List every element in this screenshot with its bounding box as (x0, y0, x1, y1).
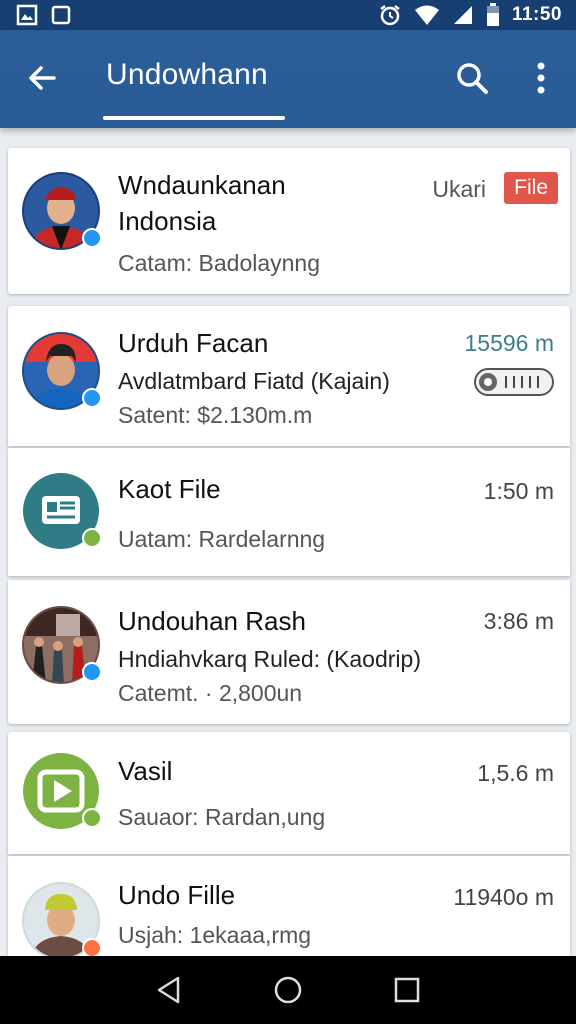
item-title: Kaot File (118, 474, 221, 504)
status-left (16, 4, 72, 26)
status-bar: 11:50 (0, 0, 576, 30)
list-item[interactable]: Kaot File Uatam: Rardelarnng 1:50 m (8, 448, 570, 576)
progress-toggle[interactable] (474, 368, 554, 396)
list-item[interactable]: Vasil Sauaor: Rardan,ung 1,5.6 m (8, 732, 570, 854)
avatar (22, 752, 102, 830)
item-meta: Sauaor: Rardan,ung (118, 804, 326, 830)
status-badge (82, 662, 102, 682)
item-size: 3:86 m (483, 608, 554, 634)
item-size: 1:50 m (483, 478, 554, 504)
home-circle-icon (274, 976, 302, 1004)
system-nav-bar (0, 956, 576, 1024)
item-meta: Usjah: 1ekaaa,rmg (118, 922, 312, 948)
avatar (22, 332, 102, 410)
nav-home-button[interactable] (263, 965, 313, 1015)
item-meta: Catemt. · 2,800un (118, 680, 303, 706)
item-meta: Satent: $2.130m.m (118, 402, 313, 428)
recents-square-icon (394, 977, 419, 1003)
alarm-icon (378, 3, 402, 27)
search-button[interactable] (450, 56, 494, 100)
status-badge (82, 528, 102, 548)
more-vert-icon (537, 62, 545, 94)
file-tag[interactable]: File (504, 172, 558, 204)
item-status: Ukari (432, 176, 486, 202)
back-button[interactable] (22, 58, 62, 98)
item-title: Vasil (118, 756, 173, 786)
item-title: Wndaunkanan (118, 170, 286, 200)
avatar (22, 172, 102, 250)
item-size: 1,5.6 m (477, 760, 554, 786)
list-item[interactable]: Urduh Facan Avdlatmbard Fiatd (Kajain) S… (8, 306, 570, 446)
download-list: Wndaunkanan Indonsia Catam: Badolaynng U… (0, 128, 576, 956)
status-badge (82, 808, 102, 828)
item-size: 11940o m (453, 884, 554, 910)
item-title: Undouhan Rash (118, 606, 306, 636)
app-bar: Undowhann (0, 30, 576, 128)
status-badge (82, 938, 102, 956)
list-item[interactable]: Undo Fille Usjah: 1ekaaa,rmg 11940o m (8, 856, 570, 956)
back-triangle-icon (158, 976, 180, 1004)
status-right: 11:50 (378, 3, 562, 27)
status-badge (82, 388, 102, 408)
search-icon (457, 63, 488, 94)
avatar (22, 882, 102, 956)
gallery-icon (16, 4, 38, 26)
battery-icon (486, 3, 500, 27)
item-title: Urduh Facan (118, 328, 269, 358)
wifi-icon (414, 4, 440, 26)
overflow-menu-button[interactable] (524, 56, 558, 100)
list-item[interactable]: Wndaunkanan Indonsia Catam: Badolaynng U… (8, 148, 570, 294)
page-title: Undowhann (106, 58, 268, 91)
item-meta: Uatam: Rardelarnng (118, 526, 326, 552)
list-item[interactable]: Undouhan Rash Hndiahvkarq Ruled: (Kaodri… (8, 580, 570, 724)
item-subtitle: Avdlatmbard Fiatd (Kajain) (118, 368, 390, 394)
nav-back-button[interactable] (144, 965, 194, 1015)
item-title-line2: Indonsia (118, 206, 217, 236)
square-icon (50, 4, 72, 26)
slider-icon (479, 373, 539, 391)
item-size: 15596 m (464, 330, 554, 356)
signal-icon (452, 4, 474, 26)
item-title: Undo Fille (118, 880, 236, 910)
title-tab-indicator (103, 116, 285, 120)
arrow-left-icon (29, 66, 56, 90)
avatar (22, 606, 102, 684)
status-time: 11:50 (511, 4, 562, 25)
item-meta: Catam: Badolaynng (118, 250, 321, 276)
status-badge (82, 228, 102, 248)
item-subtitle: Hndiahvkarq Ruled: (Kaodrip) (118, 646, 421, 672)
nav-recents-button[interactable] (382, 965, 432, 1015)
avatar (22, 472, 102, 550)
